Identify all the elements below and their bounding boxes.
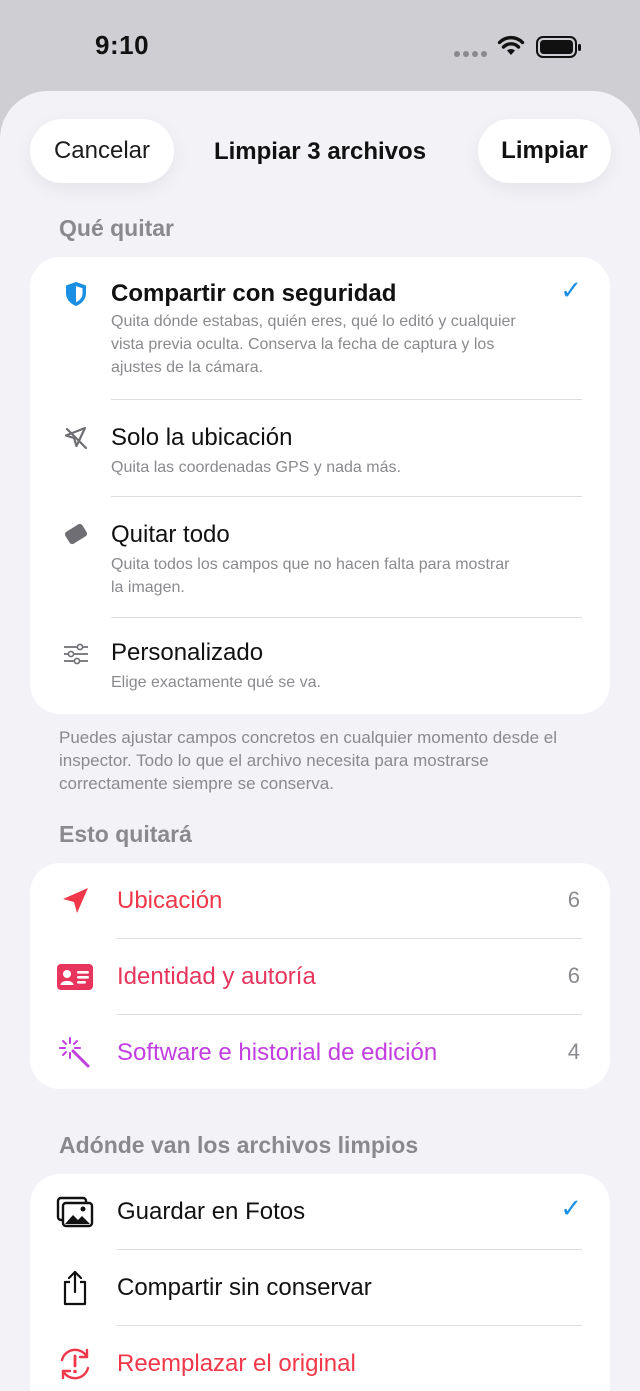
destination-share[interactable]: Compartir sin conservar: [30, 1250, 610, 1325]
summary-label: Software e historial de edición: [117, 1039, 438, 1066]
destination-label: Compartir sin conservar: [117, 1274, 372, 1301]
summary-count: 4: [567, 1039, 580, 1064]
option-title: Personalizado: [111, 639, 264, 666]
option-description: Quita las coordenadas GPS y nada más.: [111, 459, 401, 476]
option-share-safely[interactable]: Compartir con seguridad ✓ Quita dónde es…: [30, 257, 610, 399]
checkmark-icon: ✓: [560, 1193, 582, 1223]
remove-footnote: Puedes ajustar campos concretos en cualq…: [59, 728, 558, 793]
option-description: Elige exactamente qué se va.: [111, 674, 321, 691]
signal-dots-icon: [454, 51, 487, 57]
share-icon: [56, 1269, 94, 1307]
sliders-icon: [62, 640, 90, 668]
shield-icon: [62, 280, 90, 308]
summary-row-location: Ubicación 6: [30, 863, 610, 938]
id-card-icon: [56, 958, 94, 996]
clean-sheet: Cancelar Limpiar 3 archivos Limpiar Qué …: [0, 91, 640, 1391]
option-description: Quita dónde estabas, quién eres, qué lo …: [111, 313, 516, 376]
summary-count: 6: [567, 963, 580, 988]
eraser-icon: [62, 521, 90, 549]
section-header-what-to-remove: Qué quitar: [59, 215, 175, 241]
clean-button[interactable]: Limpiar: [478, 119, 611, 183]
destination-save-photos[interactable]: Guardar en Fotos ✓: [30, 1174, 610, 1249]
section-header-destination: Adónde van los archivos limpios: [59, 1132, 419, 1158]
option-location-only[interactable]: Solo la ubicación Quita las coordenadas …: [30, 400, 610, 496]
option-custom[interactable]: Personalizado Elige exactamente qué se v…: [30, 618, 610, 714]
summary-row-software: Software e historial de edición 4: [30, 1015, 610, 1090]
summary-row-identity: Identidad y autoría 6: [30, 939, 610, 1014]
checkmark-icon: ✓: [560, 275, 582, 305]
wifi-icon: [497, 35, 525, 55]
option-title: Compartir con seguridad: [111, 280, 397, 307]
destination-label: Guardar en Fotos: [117, 1198, 306, 1225]
remove-options-card: Compartir con seguridad ✓ Quita dónde es…: [30, 257, 610, 714]
option-description: Quita todos los campos que no hacen falt…: [111, 556, 510, 596]
destination-replace-original[interactable]: Reemplazar el original: [30, 1326, 610, 1391]
status-time: 9:10: [95, 30, 150, 60]
option-remove-all[interactable]: Quitar todo Quita todos los campos que n…: [30, 497, 610, 617]
summary-count: 6: [567, 887, 580, 912]
section-header-will-remove: Esto quitará: [59, 821, 192, 847]
photos-icon: [56, 1193, 94, 1231]
summary-label: Identidad y autoría: [117, 963, 316, 990]
summary-label: Ubicación: [117, 887, 223, 914]
destination-card: Guardar en Fotos ✓ Compartir sin conserv…: [30, 1174, 610, 1391]
destination-label: Reemplazar el original: [117, 1350, 356, 1377]
location-arrow-icon: [56, 882, 94, 920]
magic-wand-icon: [56, 1034, 94, 1072]
option-title: Quitar todo: [111, 521, 230, 548]
status-bar: 9:10: [0, 0, 640, 92]
replace-warning-icon: [56, 1345, 94, 1383]
battery-icon: [536, 36, 581, 58]
location-slash-icon: [62, 424, 90, 452]
removal-summary-card: Ubicación 6 Identidad y autoría 6 Softwa…: [30, 863, 610, 1089]
option-title: Solo la ubicación: [111, 424, 293, 451]
